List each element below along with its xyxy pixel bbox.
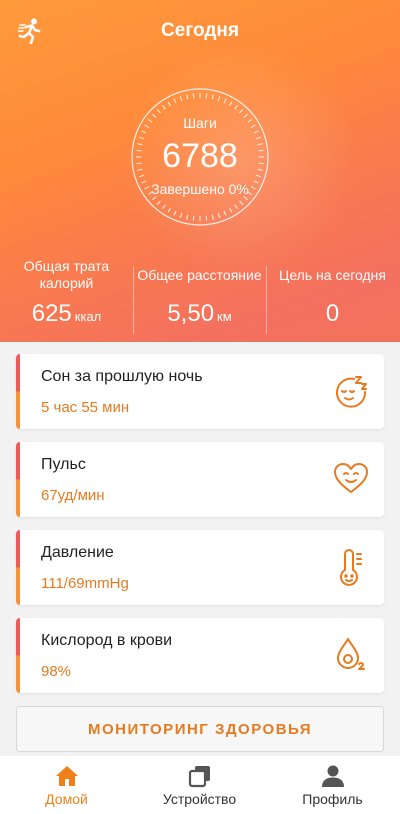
ring-tick	[234, 104, 239, 110]
ring-tick	[228, 207, 233, 213]
stat-distance-label: Общее расстояние	[137, 266, 262, 283]
bottom-tab-bar: Домой Устройство Профиль	[0, 756, 400, 814]
oxygen-card-value: 98%	[41, 663, 72, 680]
health-monitoring-button[interactable]: МОНИТОРИНГ ЗДОРОВЬЯ	[16, 706, 384, 752]
tab-device-label: Устройство	[162, 791, 237, 807]
ring-tick	[192, 215, 195, 221]
pulse-card-title: Пульс	[41, 456, 86, 473]
tab-device[interactable]: Устройство	[133, 756, 266, 814]
stat-calories-label: Общая трата калорий	[23, 258, 110, 291]
card-accent-bar	[16, 618, 20, 693]
tab-home-label: Домой	[45, 791, 88, 807]
card-accent-bar	[16, 530, 20, 605]
ring-tick	[186, 214, 189, 220]
stat-calories: Общая трата калорий 625 ккал	[0, 258, 133, 328]
ring-tick	[161, 204, 166, 210]
pressure-card-value: 111/69mmHg	[41, 575, 129, 592]
stat-goal-label: Цель на сегодня	[279, 266, 386, 283]
oxygen-card[interactable]: Кислород в крови 98%	[16, 618, 384, 693]
pressure-card[interactable]: Давление 111/69mmHg	[16, 530, 384, 605]
ring-tick	[223, 210, 227, 216]
ring-tick	[239, 200, 244, 205]
ring-tick	[167, 101, 172, 107]
pulse-card[interactable]: Пульс 67уд/мин	[16, 442, 384, 517]
ring-tick	[211, 214, 214, 220]
stat-distance: Общее расстояние 5,50 км	[133, 258, 266, 328]
stat-goal-value: 0	[325, 300, 340, 327]
ring-tick	[205, 215, 208, 221]
ring-tick	[179, 95, 183, 102]
ring-tick	[186, 94, 189, 100]
ring-tick	[161, 104, 166, 110]
ring-tick	[156, 109, 161, 114]
ring-tick	[217, 212, 221, 219]
card-accent-bar	[16, 442, 20, 517]
today-summary-header: Сегодня Шаги 6788 Завершено 0% Общая тра…	[0, 0, 400, 342]
oxygen-card-title: Кислород в крови	[41, 632, 173, 649]
steps-completed-percent: Завершено 0%	[151, 181, 249, 197]
stat-distance-value: 5,50 км	[167, 300, 232, 327]
home-icon	[55, 764, 79, 788]
stat-goal: Цель на сегодня 0	[266, 258, 399, 328]
tab-profile[interactable]: Профиль	[266, 756, 399, 814]
stat-calories-value: 625 ккал	[31, 300, 102, 327]
pressure-card-title: Давление	[41, 544, 114, 561]
ring-tick	[234, 204, 239, 210]
ring-tick	[239, 109, 244, 114]
ring-tick	[167, 207, 172, 213]
pulse-card-value: 67уд/мин	[41, 487, 105, 504]
ring-tick	[228, 101, 233, 107]
tab-profile-label: Профиль	[302, 791, 363, 807]
ring-tick	[173, 98, 177, 104]
tab-home[interactable]: Домой	[0, 756, 133, 814]
page-title: Сегодня	[161, 20, 239, 41]
sleep-card-title: Сон за прошлую ночь	[41, 368, 203, 385]
device-icon	[188, 764, 212, 788]
heart-face-icon	[332, 460, 370, 498]
ring-tick	[217, 95, 221, 102]
sleep-face-icon	[332, 372, 370, 410]
steps-label: Шаги	[183, 115, 217, 131]
ring-tick	[223, 98, 227, 104]
ring-tick	[192, 93, 195, 99]
ring-tick	[253, 130, 259, 134]
profile-icon	[321, 764, 345, 788]
card-accent-bar	[16, 354, 20, 429]
ring-tick	[141, 130, 147, 134]
ring-tick	[173, 210, 177, 216]
thermometer-face-icon	[332, 548, 370, 586]
ring-tick	[205, 93, 208, 99]
ring-tick	[156, 200, 161, 205]
oxygen-drop-icon	[332, 636, 370, 674]
ring-tick	[179, 212, 183, 219]
steps-value: 6788	[162, 137, 238, 175]
sleep-card[interactable]: Сон за прошлую ночь 5 час 55 мин	[16, 354, 384, 429]
sleep-card-value: 5 час 55 мин	[41, 399, 130, 416]
ring-tick	[211, 94, 214, 100]
